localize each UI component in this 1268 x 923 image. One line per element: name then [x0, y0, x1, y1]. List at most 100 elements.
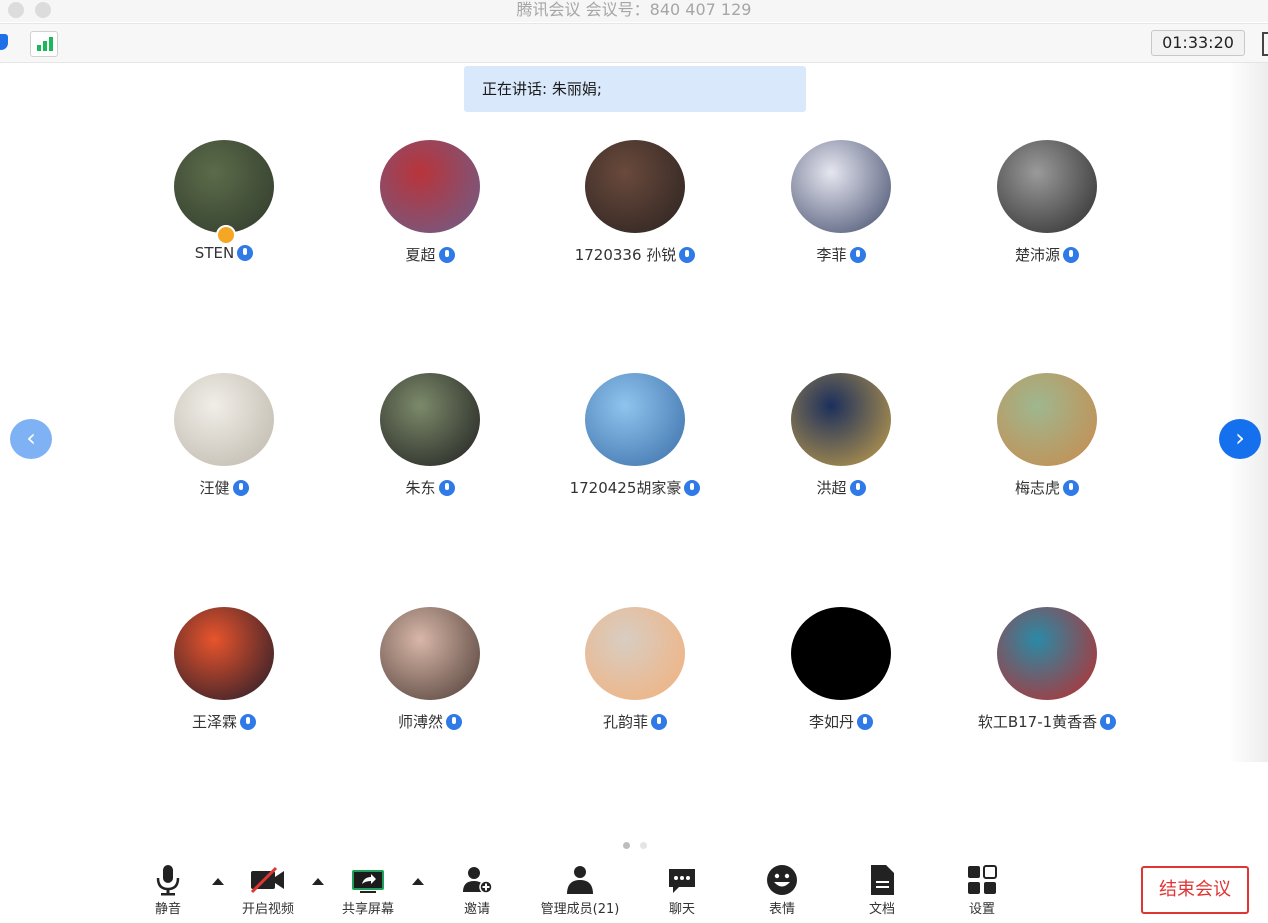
mic-status-icon	[857, 714, 873, 730]
participant-name-row: 李如丹	[721, 711, 961, 732]
documents-button[interactable]: 文档	[837, 864, 927, 917]
participant-name-row: 洪超	[721, 477, 961, 498]
documents-label: 文档	[868, 902, 895, 917]
participant-avatar	[380, 373, 480, 466]
mic-status-icon	[849, 247, 866, 263]
participant-avatar	[585, 373, 685, 466]
mic-status-icon	[240, 714, 256, 730]
microphone-icon	[156, 865, 180, 896]
host-badge-icon	[216, 225, 236, 245]
participant-avatar	[791, 373, 891, 466]
participant-name: 软工B17-1黄香香	[977, 713, 1098, 731]
video-off-icon	[250, 866, 284, 894]
participant-name-row: 楚沛源	[927, 244, 1167, 265]
share-options-caret[interactable]	[412, 878, 424, 885]
security-shield-icon[interactable]	[0, 34, 8, 50]
page-dot[interactable]	[640, 842, 647, 849]
participant-avatar	[997, 607, 1097, 700]
mic-status-icon	[849, 480, 866, 496]
page-edge-shadow	[1228, 62, 1268, 762]
settings-button[interactable]: 设置	[937, 864, 1027, 917]
chat-button[interactable]: 聊天	[637, 864, 727, 917]
start-video-label: 开启视频	[241, 902, 294, 917]
mic-status-icon	[684, 480, 701, 496]
participant-avatar	[174, 607, 274, 700]
fullscreen-icon[interactable]	[1262, 32, 1268, 56]
participant-name: 汪健	[199, 479, 230, 497]
participant-avatar	[174, 373, 274, 466]
invite-button[interactable]: 邀请	[432, 864, 522, 917]
mic-status-icon	[1063, 480, 1079, 496]
participant-avatar	[585, 607, 685, 700]
settings-label: 设置	[968, 902, 995, 917]
participant-avatar	[791, 140, 891, 233]
participant-name: 李如丹	[808, 713, 854, 731]
meeting-info-bar: 01:33:20	[0, 23, 1268, 63]
participant-name-row: 朱东	[310, 477, 550, 498]
participant-name-row: 夏超	[310, 244, 550, 265]
participant-name: 朱东	[405, 479, 436, 497]
invite-label: 邀请	[463, 902, 490, 917]
end-meeting-button[interactable]: 结束会议	[1141, 866, 1249, 914]
participant-name: 夏超	[405, 246, 436, 264]
mic-status-icon	[1063, 247, 1079, 263]
participant-name-row: 梅志虎	[927, 477, 1167, 498]
share-screen-label: 共享屏幕	[341, 902, 394, 917]
chat-icon	[669, 869, 695, 893]
participant-name: 李菲	[816, 246, 847, 264]
participant-name: 王泽霖	[191, 713, 237, 731]
participant-name-row: 汪健	[104, 477, 344, 498]
network-signal-icon[interactable]	[30, 31, 58, 57]
mic-status-icon	[1100, 714, 1117, 730]
mic-status-icon	[232, 480, 249, 496]
document-icon	[871, 865, 894, 895]
emoji-label: 表情	[768, 902, 795, 917]
participant-name: STEN	[194, 244, 235, 262]
share-screen-icon	[352, 870, 384, 893]
participant-name-row: 王泽霖	[104, 711, 344, 732]
participant-avatar	[380, 140, 480, 233]
mic-status-icon	[438, 247, 455, 263]
chevron-right-icon: ›	[1235, 424, 1245, 452]
chevron-left-icon: ‹	[26, 424, 36, 452]
participant-name: 师溥然	[397, 713, 443, 731]
page-dot-active[interactable]	[623, 842, 630, 849]
speaking-banner: 正在讲话: 朱丽娟;	[464, 66, 806, 112]
title-bar: 腾讯会议 会议号：840 407 129	[0, 0, 1268, 22]
members-icon	[567, 866, 593, 894]
participant-name-row: 孔韵菲	[515, 711, 755, 732]
mic-status-icon	[237, 245, 254, 261]
participant-avatar	[174, 140, 274, 233]
participant-name: 楚沛源	[1014, 246, 1060, 264]
speaking-text: 正在讲话: 朱丽娟;	[482, 80, 602, 98]
emoji-button[interactable]: 表情	[737, 864, 827, 917]
participant-name: 1720336 孙锐	[574, 246, 677, 264]
participant-avatar	[791, 607, 891, 700]
participant-name-row: STEN	[104, 244, 344, 262]
manage-members-label: 管理成员(21)	[540, 902, 620, 917]
share-screen-button[interactable]: 共享屏幕	[323, 864, 413, 917]
start-video-button[interactable]: 开启视频	[223, 864, 313, 917]
participant-name-row: 李菲	[721, 244, 961, 265]
chat-label: 聊天	[668, 902, 695, 917]
participant-name: 孔韵菲	[602, 713, 648, 731]
meeting-timer: 01:33:20	[1151, 30, 1245, 56]
participant-name: 梅志虎	[1014, 479, 1060, 497]
mute-label: 静音	[154, 902, 181, 917]
participant-name-row: 软工B17-1黄香香	[927, 711, 1167, 732]
participant-avatar	[997, 373, 1097, 466]
mic-status-icon	[438, 480, 455, 496]
mic-status-icon	[679, 247, 696, 263]
participant-name: 1720425胡家豪	[569, 479, 682, 497]
mute-button[interactable]: 静音	[123, 864, 213, 917]
mic-status-icon	[651, 714, 667, 730]
participant-name: 洪超	[816, 479, 847, 497]
smiley-icon	[767, 865, 797, 895]
manage-members-button[interactable]: 管理成员(21)	[535, 864, 625, 917]
participant-avatar	[997, 140, 1097, 233]
previous-page-button[interactable]: ‹	[10, 419, 52, 459]
participant-avatar	[585, 140, 685, 233]
participant-name-row: 1720425胡家豪	[515, 477, 755, 498]
next-page-button[interactable]: ›	[1219, 419, 1261, 459]
add-person-icon	[463, 867, 493, 894]
